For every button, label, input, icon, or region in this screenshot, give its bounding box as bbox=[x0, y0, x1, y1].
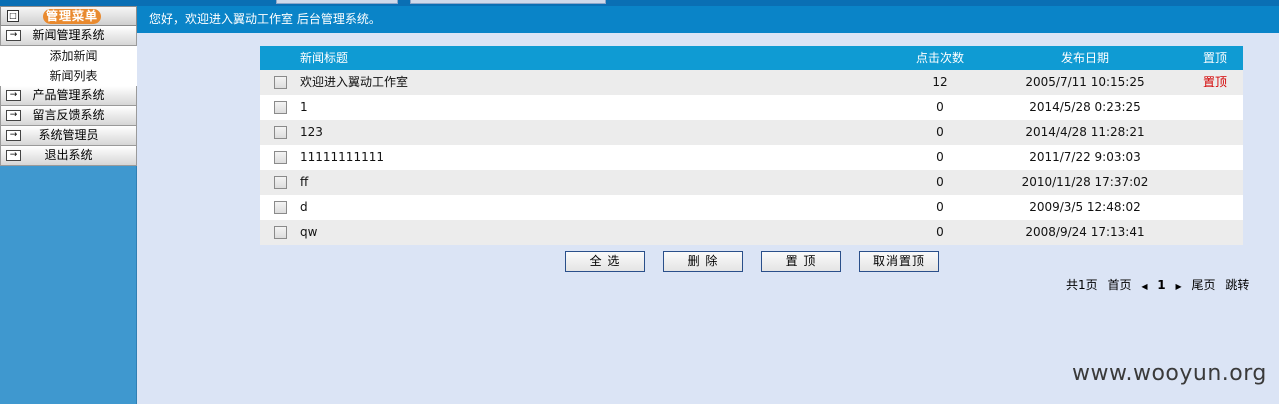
cell-date: 2010/11/28 17:37:02 bbox=[1021, 175, 1149, 189]
last-page-link[interactable]: 尾页 bbox=[1191, 278, 1215, 292]
cell-date: 2009/3/5 12:48:02 bbox=[1029, 200, 1141, 214]
cell-title[interactable]: 1 bbox=[300, 95, 308, 120]
cell-date: 2014/4/28 11:28:21 bbox=[1025, 125, 1145, 139]
cell-title[interactable]: 123 bbox=[300, 120, 323, 145]
sidebar-item-logout[interactable]: → 退出系统 bbox=[0, 146, 137, 166]
row-checkbox[interactable] bbox=[274, 126, 287, 139]
cell-date: 2005/7/11 10:15:25 bbox=[1025, 75, 1145, 89]
sidebar-item-label: 产品管理系统 bbox=[32, 88, 105, 102]
welcome-header: 您好，欢迎进入翼动工作室 后台管理系统。 bbox=[137, 6, 1279, 33]
column-header-title: 新闻标题 bbox=[300, 51, 349, 65]
first-page-link[interactable]: 首页 bbox=[1107, 278, 1131, 292]
column-header-clicks: 点击次数 bbox=[915, 51, 964, 65]
table-row: ff 0 2010/11/28 17:37:02 bbox=[260, 170, 1243, 195]
sidebar-item-label: 系统管理员 bbox=[38, 128, 99, 142]
current-page: 1 bbox=[1157, 278, 1166, 292]
page-total: 共1页 bbox=[1066, 278, 1098, 292]
sidebar-item-feedback[interactable]: → 留言反馈系统 bbox=[0, 106, 137, 126]
delete-button[interactable]: 删 除 bbox=[663, 251, 743, 272]
cell-top-badge: 置顶 bbox=[1202, 75, 1227, 89]
cell-clicks: 0 bbox=[936, 200, 944, 214]
next-page-icon[interactable]: ▶ bbox=[1175, 282, 1181, 291]
sidebar-item-admins[interactable]: → 系统管理员 bbox=[0, 126, 137, 146]
cell-title[interactable]: ff bbox=[300, 170, 308, 195]
collapse-icon[interactable]: □ bbox=[7, 10, 19, 22]
table-row: 11111111111 0 2011/7/22 9:03:03 bbox=[260, 145, 1243, 170]
row-checkbox[interactable] bbox=[274, 201, 287, 214]
jump-link[interactable]: 跳转 bbox=[1225, 278, 1249, 292]
submenu-item-add-news[interactable]: 添加新闻 bbox=[0, 46, 137, 66]
sidebar-item-news[interactable]: → 新闻管理系统 bbox=[0, 26, 137, 46]
row-checkbox[interactable] bbox=[274, 176, 287, 189]
menu-title: 管理菜单 bbox=[43, 9, 101, 24]
row-checkbox[interactable] bbox=[274, 101, 287, 114]
submenu-item-news-list[interactable]: 新闻列表 bbox=[0, 66, 137, 86]
cell-date: 2011/7/22 9:03:03 bbox=[1029, 150, 1141, 164]
cell-date: 2008/9/24 17:13:41 bbox=[1025, 225, 1145, 239]
arrow-right-icon: → bbox=[6, 30, 21, 41]
prev-page-icon[interactable]: ◀ bbox=[1141, 282, 1147, 291]
sidebar-item-products[interactable]: → 产品管理系统 bbox=[0, 86, 137, 106]
cell-clicks: 12 bbox=[932, 75, 948, 89]
table-row: 123 0 2014/4/28 11:28:21 bbox=[260, 120, 1243, 145]
table-row: 欢迎进入翼动工作室 12 2005/7/11 10:15:25 置顶 bbox=[260, 70, 1243, 95]
sidebar-item-label: 留言反馈系统 bbox=[32, 108, 105, 122]
set-top-button[interactable]: 置 顶 bbox=[761, 251, 841, 272]
sidebar-item-label: 退出系统 bbox=[44, 148, 93, 162]
arrow-right-icon: → bbox=[6, 130, 21, 141]
arrow-right-icon: → bbox=[6, 150, 21, 161]
cell-title[interactable]: 欢迎进入翼动工作室 bbox=[300, 70, 408, 95]
table-row: qw 0 2008/9/24 17:13:41 bbox=[260, 220, 1243, 245]
row-checkbox[interactable] bbox=[274, 151, 287, 164]
cell-clicks: 0 bbox=[936, 100, 944, 114]
cell-clicks: 0 bbox=[936, 225, 944, 239]
news-table: 新闻标题 点击次数 发布日期 置顶 欢迎进入翼动工作室 12 2005/7/11… bbox=[260, 46, 1243, 245]
arrow-right-icon: → bbox=[6, 90, 21, 101]
table-row: 1 0 2014/5/28 0:23:25 bbox=[260, 95, 1243, 120]
row-checkbox[interactable] bbox=[274, 76, 287, 89]
cell-title[interactable]: 11111111111 bbox=[300, 145, 384, 170]
cancel-top-button[interactable]: 取消置顶 bbox=[859, 251, 939, 272]
submenu-news: 添加新闻 新闻列表 bbox=[0, 46, 137, 86]
cell-date: 2014/5/28 0:23:25 bbox=[1029, 100, 1141, 114]
top-tab[interactable] bbox=[410, 0, 606, 4]
menu-header: □ 管理菜单 bbox=[0, 6, 137, 26]
cell-clicks: 0 bbox=[936, 150, 944, 164]
table-header: 新闻标题 点击次数 发布日期 置顶 bbox=[260, 46, 1243, 70]
select-all-button[interactable]: 全 选 bbox=[565, 251, 645, 272]
cell-title[interactable]: qw bbox=[300, 220, 317, 245]
cell-clicks: 0 bbox=[936, 175, 944, 189]
pagination: 共1页 首页 ◀ 1 ▶ 尾页 跳转 bbox=[1066, 278, 1255, 294]
cell-clicks: 0 bbox=[936, 125, 944, 139]
table-row: d 0 2009/3/5 12:48:02 bbox=[260, 195, 1243, 220]
column-header-date: 发布日期 bbox=[1060, 51, 1109, 65]
row-checkbox[interactable] bbox=[274, 226, 287, 239]
top-tab[interactable] bbox=[276, 0, 398, 4]
arrow-right-icon: → bbox=[6, 110, 21, 121]
cell-title[interactable]: d bbox=[300, 195, 308, 220]
watermark: www.wooyun.org bbox=[1072, 361, 1267, 386]
column-header-top: 置顶 bbox=[1202, 51, 1227, 65]
sidebar-item-label: 新闻管理系统 bbox=[32, 28, 105, 42]
sidebar: □ 管理菜单 → 新闻管理系统 添加新闻 新闻列表 → 产品管理系统 → 留言反… bbox=[0, 6, 137, 404]
